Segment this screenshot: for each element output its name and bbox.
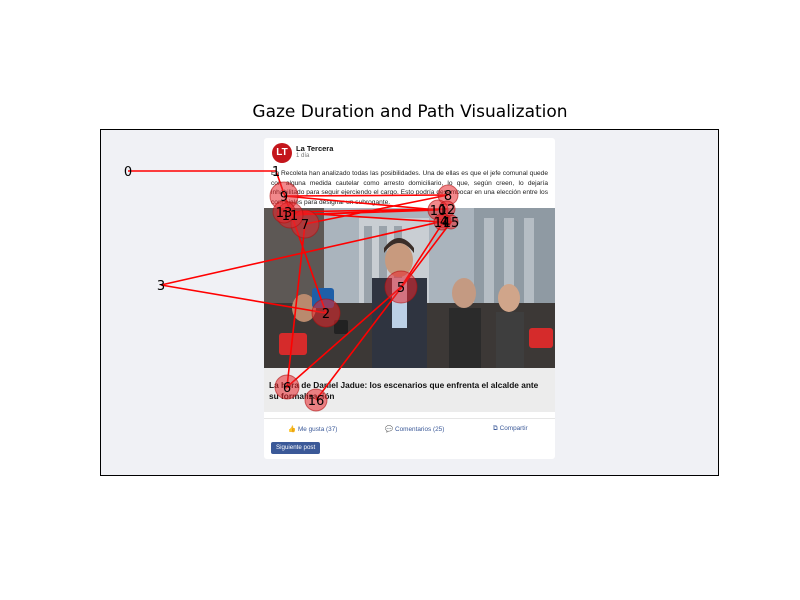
- fixation-label-6: 6: [283, 381, 291, 396]
- fixation-label-3: 3: [157, 279, 165, 294]
- fixation-label-1: 1: [272, 165, 280, 180]
- fixation-label-15: 15: [443, 216, 460, 231]
- fixation-label-13: 13: [276, 206, 293, 221]
- fixation-label-8: 8: [444, 189, 452, 204]
- fixation-label-9: 9: [280, 190, 288, 205]
- gaze-overlay: 0 1234567891011 1213141516: [124, 165, 460, 412]
- fixation-label-7: 7: [301, 218, 309, 233]
- fixation-label-5: 5: [397, 281, 405, 296]
- fixation-label-16: 16: [308, 394, 325, 409]
- fixation-label-2: 2: [322, 307, 330, 322]
- fixation-label-0: 0: [124, 165, 132, 180]
